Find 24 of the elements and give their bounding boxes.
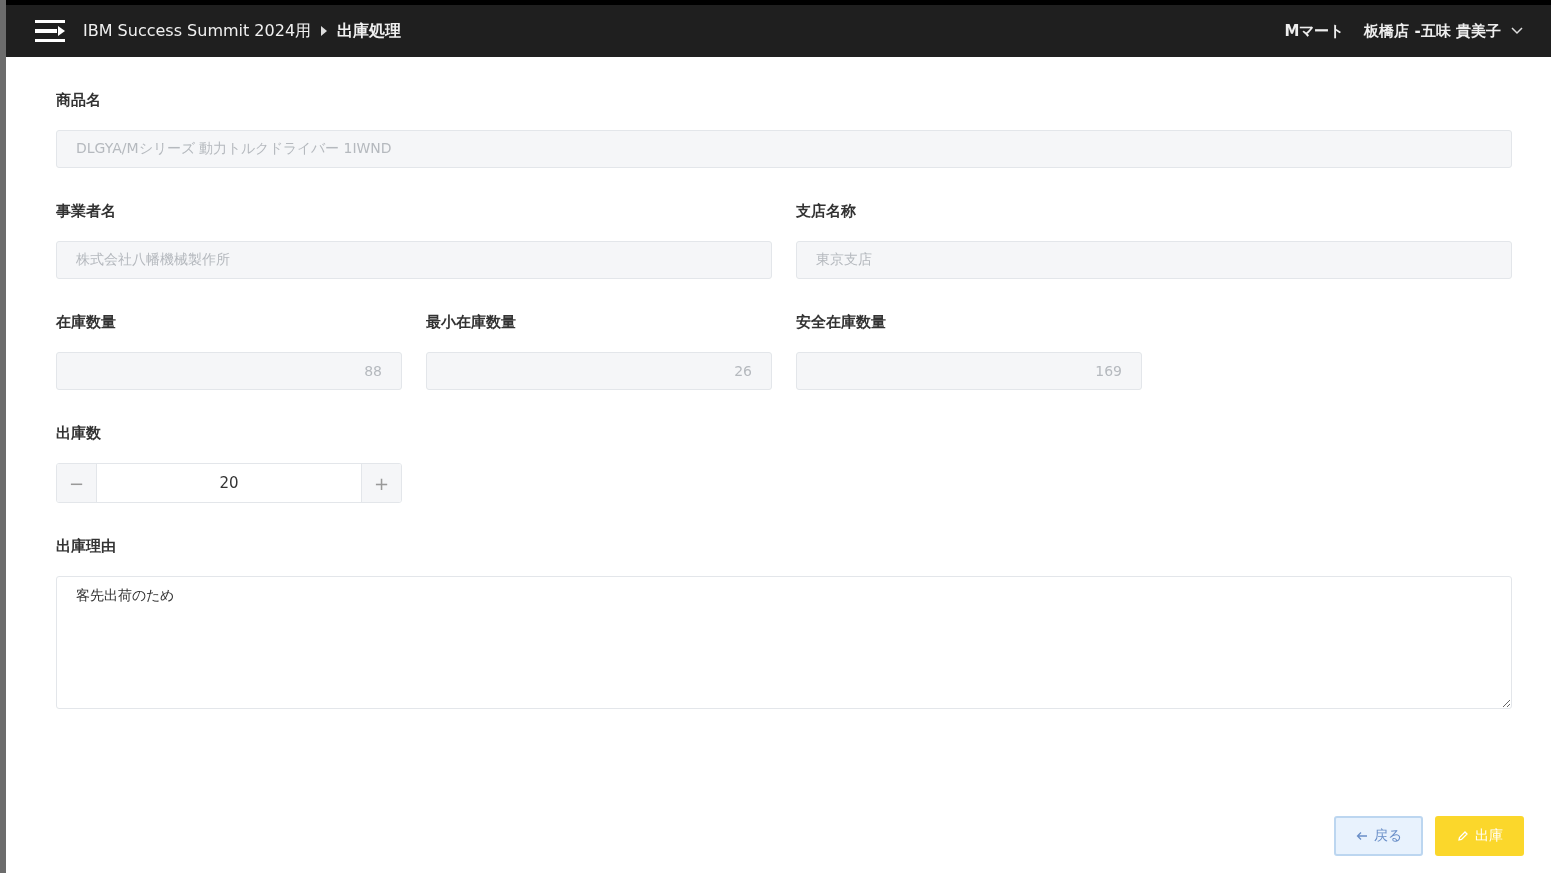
back-button[interactable]: 戻る — [1334, 816, 1423, 856]
field-label: 事業者名 — [56, 202, 117, 221]
store-name: Mマート — [1284, 21, 1345, 41]
field-label: 在庫数量 — [56, 313, 117, 332]
field-label: 最小在庫数量 — [426, 313, 517, 332]
quantity-stepper[interactable]: − 20 + — [56, 463, 402, 503]
increment-button[interactable]: + — [362, 464, 401, 502]
field-label: 出庫理由 — [56, 537, 117, 556]
breadcrumb-item[interactable]: 出庫処理 — [337, 20, 402, 42]
user-menu[interactable]: 板橋店 -五味 貴美子 — [1364, 21, 1501, 41]
reason-textarea[interactable]: 客先出荷のため — [56, 576, 1512, 709]
field-label: 安全在庫数量 — [796, 313, 887, 332]
quantity-field[interactable]: 20 — [96, 464, 362, 502]
field-label: 商品名 — [56, 91, 102, 110]
chevron-down-icon[interactable] — [1511, 27, 1523, 35]
breadcrumb-item[interactable]: IBM Success Summit 2024用 — [83, 20, 312, 42]
pencil-icon — [1456, 830, 1469, 842]
arrow-left-icon — [1355, 831, 1368, 841]
caret-icon — [321, 26, 328, 36]
menu-icon[interactable] — [35, 19, 65, 43]
field-label: 出庫数 — [56, 424, 102, 443]
issue-button[interactable]: 出庫 — [1435, 816, 1524, 856]
field-label: 支店名称 — [796, 202, 857, 221]
decrement-button[interactable]: − — [57, 464, 96, 502]
